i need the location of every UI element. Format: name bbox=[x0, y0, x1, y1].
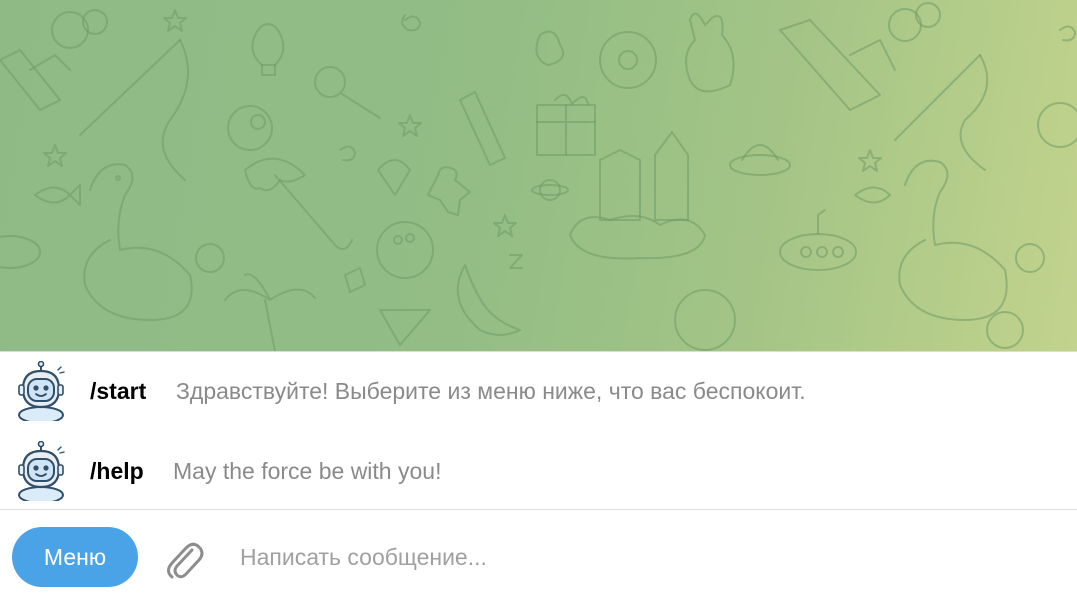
doodle-pattern bbox=[0, 2, 1077, 351]
menu-button[interactable]: Меню bbox=[12, 527, 138, 587]
robot-icon bbox=[14, 360, 68, 424]
message-input[interactable] bbox=[226, 532, 1074, 582]
paperclip-icon[interactable] bbox=[160, 536, 206, 582]
command-name: /help bbox=[90, 457, 144, 484]
command-description: May the force be with you! bbox=[173, 457, 442, 484]
message-composer: Меню bbox=[0, 510, 1077, 599]
bot-commands-list: /start Здравствуйте! Выберите из меню ни… bbox=[0, 352, 1077, 509]
robot-icon bbox=[14, 440, 68, 504]
command-name: /start bbox=[90, 377, 147, 404]
command-item-start[interactable]: /start Здравствуйте! Выберите из меню ни… bbox=[0, 352, 1077, 430]
command-item-help[interactable]: /help May the force be with you! bbox=[0, 432, 1077, 510]
command-description: Здравствуйте! Выберите из меню ниже, что… bbox=[176, 377, 806, 404]
chat-background bbox=[0, 0, 1077, 351]
